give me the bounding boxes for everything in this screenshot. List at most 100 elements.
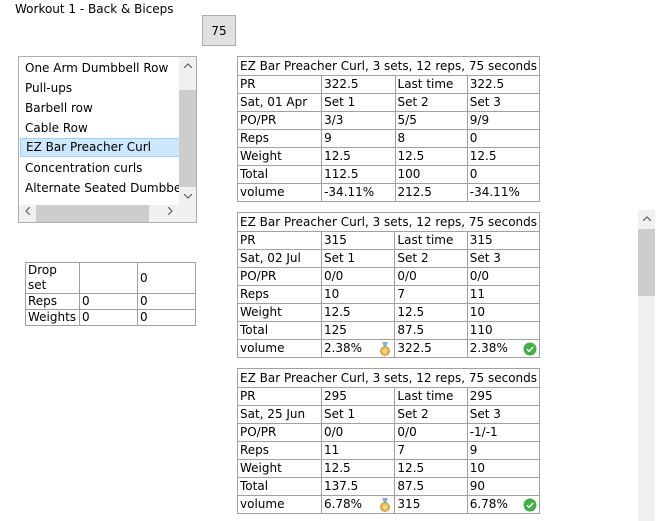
list-item[interactable]: Pull-ups — [20, 79, 180, 98]
drop-set-cell[interactable]: 0 — [79, 293, 138, 310]
table-row: PR 295 Last time 295 — [237, 387, 541, 406]
reps-value[interactable]: 11 — [466, 285, 541, 304]
volume-change: -34.11% — [466, 183, 541, 202]
page-vertical-scroll-thumb[interactable] — [638, 229, 655, 296]
volume-change: 6.78% — [323, 497, 363, 511]
table-row: Total 112.5 100 0 — [236, 165, 541, 184]
table-row: Weight 12.5 12.5 10 — [237, 303, 541, 322]
medal-icon — [380, 497, 391, 512]
weight-value[interactable]: 12.5 — [320, 303, 396, 322]
drop-set-cell[interactable]: 0 — [137, 309, 196, 326]
popr-value: 0/0 — [394, 267, 468, 286]
reps-value[interactable]: 9 — [466, 441, 541, 460]
weight-value[interactable]: 12.5 — [394, 303, 468, 322]
weight-value[interactable]: 12.5 — [321, 147, 396, 166]
table-row: volume -34.11% 212.5 -34.11% — [236, 183, 541, 202]
reps-value[interactable]: 10 — [320, 285, 396, 304]
volume-change-cell: 2.38% — [320, 339, 396, 358]
popr-value: 0/0 — [466, 267, 541, 286]
volume-change-cell: 6.78% — [320, 495, 396, 514]
drop-set-cell[interactable]: 0 — [137, 293, 196, 310]
list-horizontal-scrollbar[interactable] — [19, 205, 179, 222]
reps-value[interactable]: 11 — [320, 441, 396, 460]
chevron-up-icon[interactable] — [179, 58, 196, 75]
table-row: PR 322.5 Last time 322.5 — [236, 75, 541, 94]
reps-value[interactable]: 8 — [394, 129, 468, 148]
drop-set-cell[interactable] — [79, 262, 138, 294]
total-label: Total — [237, 321, 322, 340]
counter-button[interactable]: 75 — [202, 15, 236, 46]
last-time-value: 295 — [466, 387, 541, 406]
popr-label: PO/PR — [236, 111, 323, 130]
exercise-list[interactable]: One Arm Dumbbell Row Pull-ups Barbell ro… — [18, 56, 197, 223]
session-table: EZ Bar Preacher Curl, 3 sets, 12 reps, 7… — [236, 368, 541, 514]
chevron-up-icon[interactable] — [638, 211, 655, 228]
drop-set-label: Weights — [25, 309, 80, 326]
last-time-label: Last time — [394, 75, 468, 94]
reps-value[interactable]: 7 — [394, 441, 468, 460]
total-value: 87.5 — [394, 321, 468, 340]
volume-change: 2.38% — [469, 341, 508, 355]
list-item[interactable]: Alternate Seated Dumbbell Curl — [20, 179, 180, 198]
reps-value[interactable]: 9 — [321, 129, 396, 148]
set-header: Set 1 — [321, 93, 396, 112]
table-row: Sat, 01 Apr Set 1 Set 2 Set 3 — [236, 93, 541, 112]
popr-label: PO/PR — [237, 423, 322, 442]
reps-label: Reps — [237, 285, 322, 304]
table-row: Weights 0 0 — [25, 309, 196, 326]
set-header: Set 2 — [394, 93, 468, 112]
volume-change-cell: 2.38% — [466, 339, 541, 358]
popr-value: 0/0 — [394, 423, 468, 442]
volume-value: 322.5 — [394, 339, 468, 358]
volume-value: 315 — [394, 495, 468, 514]
chevron-right-icon[interactable] — [162, 205, 179, 222]
table-row: Drop set 0 — [25, 262, 196, 294]
volume-label: volume — [237, 495, 322, 514]
list-item-selected[interactable]: EZ Bar Preacher Curl — [20, 138, 180, 157]
total-value: 90 — [466, 477, 541, 496]
table-row: Total 125 87.5 110 — [237, 321, 541, 340]
session-header: EZ Bar Preacher Curl, 3 sets, 12 reps, 7… — [236, 368, 541, 388]
drop-set-cell[interactable]: 0 — [137, 262, 196, 294]
page-vertical-scrollbar[interactable] — [638, 210, 655, 521]
session-header: EZ Bar Preacher Curl, 3 sets, 12 reps, 7… — [236, 212, 541, 232]
drop-set-label: Drop set — [25, 262, 80, 294]
weight-label: Weight — [236, 147, 323, 166]
check-circle-icon — [523, 342, 537, 355]
set-header: Set 1 — [320, 405, 396, 424]
list-vertical-scrollbar[interactable] — [179, 57, 196, 206]
set-header: Set 3 — [466, 93, 541, 112]
drop-set-cell[interactable]: 0 — [79, 309, 138, 326]
pr-label: PR — [237, 387, 322, 406]
list-item[interactable]: Concentration curls — [20, 159, 180, 178]
check-circle-icon — [523, 498, 537, 511]
volume-label: volume — [237, 339, 322, 358]
total-label: Total — [236, 165, 323, 184]
list-vertical-scroll-thumb[interactable] — [179, 90, 196, 187]
table-row: Sat, 25 Jun Set 1 Set 2 Set 3 — [237, 405, 541, 424]
last-time-value: 315 — [466, 231, 541, 250]
weight-value[interactable]: 12.5 — [394, 147, 468, 166]
pr-label: PR — [237, 231, 322, 250]
weight-value[interactable]: 12.5 — [394, 459, 468, 478]
list-item[interactable]: Cable Row — [20, 119, 180, 138]
weight-value[interactable]: 10 — [466, 303, 541, 322]
volume-change: 6.78% — [469, 497, 508, 511]
weight-value[interactable]: 10 — [466, 459, 541, 478]
list-item[interactable]: One Arm Dumbbell Row — [20, 59, 180, 78]
pr-value: 315 — [320, 231, 396, 250]
scrollbar-corner — [179, 205, 196, 222]
weight-value[interactable]: 12.5 — [466, 147, 541, 166]
weight-value[interactable]: 12.5 — [320, 459, 396, 478]
chevron-left-icon[interactable] — [19, 205, 36, 222]
reps-value[interactable]: 0 — [466, 129, 541, 148]
total-value: 110 — [466, 321, 541, 340]
total-value: 87.5 — [394, 477, 468, 496]
list-horizontal-scroll-thumb[interactable] — [36, 205, 149, 222]
list-item[interactable]: Barbell row — [20, 99, 180, 118]
table-row: Reps 0 0 — [25, 293, 196, 310]
pr-value: 322.5 — [321, 75, 396, 94]
table-row: EZ Bar Preacher Curl, 3 sets, 12 reps, 7… — [236, 368, 541, 388]
chevron-down-icon[interactable] — [179, 189, 196, 206]
reps-value[interactable]: 7 — [394, 285, 468, 304]
